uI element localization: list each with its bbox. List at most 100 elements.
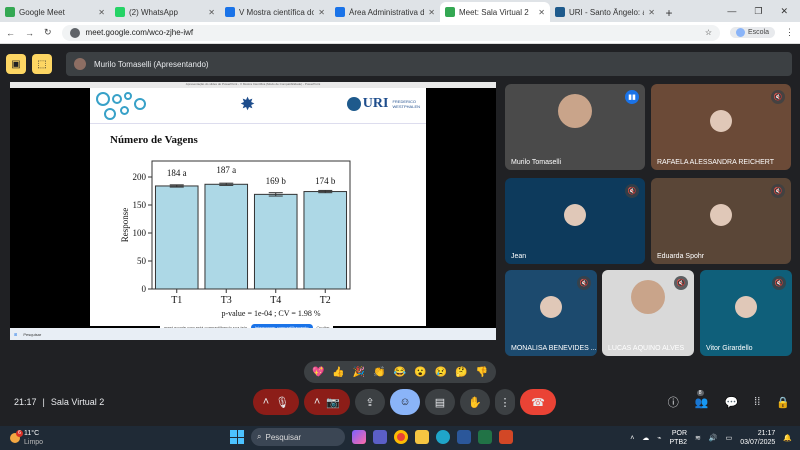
browser-tab[interactable]: URI - Santo Ângelo: agen ✕ <box>550 2 660 22</box>
wifi-icon[interactable]: ≋ <box>695 434 701 442</box>
presenter-chip: Murilo Tomaselli (Apresentando) <box>66 52 792 76</box>
participant-tile[interactable]: 🔇 Jean <box>505 178 645 264</box>
tab-favicon-icon <box>335 7 345 17</box>
minimize-icon[interactable]: — <box>727 6 736 16</box>
smiley-icon: ☺ <box>399 396 411 408</box>
copilot-icon[interactable] <box>352 430 366 444</box>
omnibox[interactable]: meet.google.com/wco-zjhe-iwf ☆ <box>61 24 720 41</box>
forward-icon[interactable]: → <box>25 28 34 38</box>
url-text[interactable]: meet.google.com/wco-zjhe-iwf <box>86 28 194 37</box>
browser-tab[interactable]: V Mostra científica do DCA✕ <box>220 2 330 22</box>
mic-toggle-button[interactable]: ˄ 🎙 <box>253 389 299 415</box>
windows-start-icon[interactable] <box>230 430 244 444</box>
tab-close-icon[interactable]: ✕ <box>208 8 215 17</box>
presenter-avatar <box>74 58 86 70</box>
reaction-emoji[interactable]: 💖 <box>312 367 324 378</box>
captions-button[interactable]: ▤ <box>425 389 455 415</box>
file-explorer-icon[interactable] <box>415 430 429 444</box>
participant-tile[interactable]: 🔇 MONALISA BENEVIDES ... <box>505 270 597 356</box>
taskbar-search[interactable]: ⌕ Pesquisar <box>251 428 345 446</box>
tab-label: V Mostra científica do DCA <box>239 7 315 17</box>
chevron-up-icon[interactable]: ˄ <box>314 396 320 408</box>
reaction-emoji[interactable]: 😂 <box>394 367 406 378</box>
profile-chip[interactable]: Escola <box>729 27 775 38</box>
tab-close-icon[interactable]: ✕ <box>428 8 435 17</box>
tray-overflow-icon[interactable]: ˄ <box>630 435 634 442</box>
reactions-button[interactable]: ☺ <box>390 389 420 415</box>
mic-off-icon[interactable]: 🎙 <box>275 396 289 409</box>
tab-close-icon[interactable]: ✕ <box>318 8 325 17</box>
browser-tab-strip: Google Meet ✕ (2) WhatsApp ✕ V Mostra cientí… <box>0 0 800 22</box>
reload-icon[interactable]: ↻ <box>44 27 52 38</box>
language-indicator[interactable]: POR PTB2 <box>670 429 688 447</box>
participant-tile[interactable]: ▮▮ Murilo Tomaselli <box>505 84 645 170</box>
chevron-up-icon[interactable]: ˄ <box>263 396 269 408</box>
browser-tab[interactable]: Área Administrativa da V M✕ <box>330 2 440 22</box>
participant-tile[interactable]: 🔇 RAFAELA ALESSANDRA REICHERT <box>651 84 791 170</box>
weather-widget[interactable]: 6 11°C Limpo <box>10 429 43 447</box>
os-taskbar: 6 11°C Limpo ⌕ Pesquisar ˄ ☁ ⌁ POR PTB2 … <box>0 426 800 450</box>
tab-close-icon[interactable]: ✕ <box>538 8 545 17</box>
present-screen-button[interactable]: ⇪ <box>355 389 385 415</box>
onedrive-icon[interactable]: ☁ <box>642 434 649 442</box>
speaking-indicator-icon: ▮▮ <box>625 90 639 104</box>
close-window-icon[interactable]: ✕ <box>780 6 788 17</box>
word-icon[interactable] <box>457 430 471 444</box>
reactions-bar: 💖 👍 🎉 👏 😂 😮 😢 🤔 👎 <box>304 361 496 383</box>
camera-toggle-button[interactable]: ˄ 📷 <box>304 389 350 415</box>
reaction-emoji[interactable]: 👎 <box>475 367 487 378</box>
taskbar-search-text: Pesquisar <box>265 432 302 442</box>
browser-tab[interactable]: Google Meet ✕ <box>0 2 110 22</box>
fullscreen-share-icon[interactable]: ⬚ <box>32 54 52 74</box>
leave-call-button[interactable]: ☎ <box>520 389 556 415</box>
reaction-emoji[interactable]: 👏 <box>373 367 385 378</box>
reaction-emoji[interactable]: 🎉 <box>353 367 365 378</box>
side-panel-controls: ⓘ 👥 8 💬 ⁞⁞ 🔒 <box>668 389 790 410</box>
tab-label: (2) WhatsApp <box>129 7 178 17</box>
maximize-icon[interactable]: ❐ <box>754 6 762 17</box>
mic-muted-icon: 🔇 <box>771 184 785 198</box>
reaction-emoji[interactable]: 👍 <box>332 367 344 378</box>
participant-avatar <box>735 296 757 318</box>
notifications-icon[interactable]: 🔔 <box>783 434 792 442</box>
new-tab-button[interactable]: + <box>660 4 678 22</box>
tab-close-icon[interactable]: ✕ <box>648 8 655 17</box>
more-options-button[interactable]: ⋮ <box>495 389 515 415</box>
network-icon[interactable]: ⌁ <box>657 434 661 442</box>
powerpoint-icon[interactable] <box>499 430 513 444</box>
volume-icon[interactable]: 🔊 <box>709 434 718 442</box>
browser-tab[interactable]: Meet: Sala Virtual 2 ✕ <box>440 2 550 22</box>
tab-favicon-icon <box>115 7 125 17</box>
people-icon[interactable]: 👥 8 <box>695 389 708 409</box>
reaction-emoji[interactable]: 😮 <box>414 367 426 378</box>
menu-dots-icon[interactable]: ⋮ <box>785 27 794 38</box>
excel-icon[interactable] <box>478 430 492 444</box>
tab-close-icon[interactable]: ✕ <box>98 8 105 17</box>
back-icon[interactable]: ← <box>6 28 15 38</box>
activities-icon[interactable]: ⁞⁞ <box>754 396 760 408</box>
browser-tab[interactable]: (2) WhatsApp ✕ <box>110 2 220 22</box>
site-info-icon[interactable] <box>69 27 80 38</box>
chrome-icon[interactable] <box>394 430 408 444</box>
camera-off-icon[interactable]: 📷 <box>326 396 340 409</box>
participant-tile[interactable]: 🔇 Vitor Girardello <box>700 270 792 356</box>
teams-icon[interactable] <box>373 430 387 444</box>
reaction-emoji[interactable]: 😢 <box>435 367 447 378</box>
reaction-emoji[interactable]: 🤔 <box>455 367 467 378</box>
participant-avatar <box>540 296 562 318</box>
clock[interactable]: 21:17 03/07/2025 <box>740 429 775 447</box>
info-icon[interactable]: ⓘ <box>668 394 679 410</box>
pin-layout-icon[interactable]: ▣ <box>6 54 26 74</box>
raise-hand-button[interactable]: ✋ <box>460 389 490 415</box>
stats-annotation: p-value = 1e-04 ; CV = 1.98 % <box>221 309 320 318</box>
participant-tile[interactable]: 🔇 Eduarda Spohr <box>651 178 791 264</box>
host-controls-icon[interactable]: 🔒 <box>776 396 790 409</box>
edge-icon[interactable] <box>436 430 450 444</box>
battery-icon[interactable]: ▭ <box>726 434 733 442</box>
participant-tile[interactable]: 🔇 LUCAS AQUINO ALVES <box>602 270 694 356</box>
x-tick-label: T1 <box>171 295 182 306</box>
participant-name: RAFAELA ALESSANDRA REICHERT <box>657 159 774 166</box>
bookmark-star-icon[interactable]: ☆ <box>705 28 712 37</box>
bar <box>204 183 249 290</box>
chat-icon[interactable]: 💬 <box>724 396 738 409</box>
